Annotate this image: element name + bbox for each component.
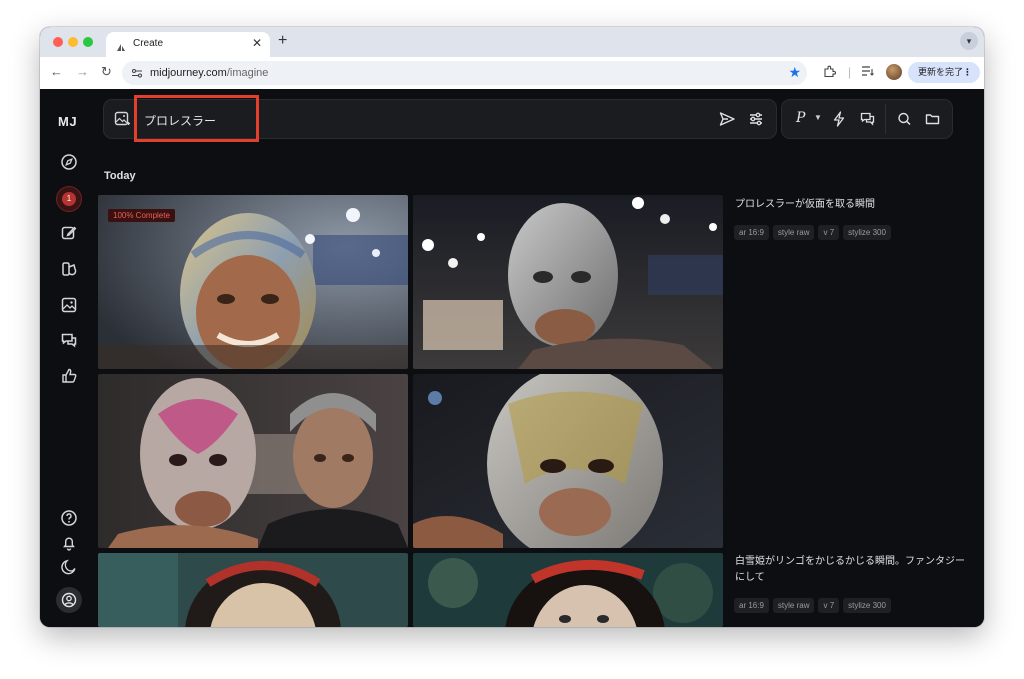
generated-image-wrestler-2[interactable]: [413, 195, 723, 369]
snow-white-image: [413, 553, 723, 627]
send-arrow-icon[interactable]: [718, 110, 736, 133]
url-host: midjourney.com: [150, 67, 227, 79]
tab-title: Create: [133, 38, 164, 49]
update-chrome-button[interactable]: 更新を完了 ⋮: [908, 62, 980, 83]
job-params-2: ar 16:9 style raw v 7 stylize 300: [734, 595, 895, 613]
explore-compass-icon[interactable]: [59, 152, 79, 172]
midjourney-favicon-icon: [116, 39, 126, 57]
job-params-1: ar 16:9 style raw v 7 stylize 300: [734, 222, 895, 240]
reload-icon[interactable]: ↻: [101, 65, 112, 79]
settings-sliders-icon[interactable]: [747, 110, 765, 133]
progress-badge: 100% Complete: [108, 209, 175, 222]
midjourney-logo[interactable]: MJ: [58, 114, 77, 129]
close-window-button[interactable]: [53, 37, 63, 47]
new-tab-button[interactable]: +: [278, 32, 287, 50]
notification-count: 1: [62, 192, 76, 206]
wrestler-gold-trim-mask-image: [413, 374, 723, 548]
help-question-icon[interactable]: [59, 508, 79, 528]
generated-image-wrestler-3[interactable]: [98, 374, 408, 548]
organize-images-icon[interactable]: [59, 295, 79, 315]
browser-toolbar: ← → ↻ midjourney.com/imagine ★ | 更新を完了 ⋮: [40, 57, 984, 90]
user-circle-icon: [61, 592, 77, 608]
snow-white-image: [98, 553, 408, 627]
notification-badge[interactable]: 1: [56, 186, 82, 212]
chrome-profile-avatar[interactable]: [886, 64, 902, 80]
update-label: 更新を完了: [918, 67, 964, 77]
param-chip[interactable]: v 7: [818, 598, 840, 613]
generated-image-snow-white-2[interactable]: [413, 553, 723, 627]
prompt-highlight-annotation: [134, 95, 259, 142]
tab-strip: Create ✕ + ▾: [40, 27, 984, 57]
forward-arrow-icon[interactable]: →: [76, 65, 89, 79]
reading-list-icon[interactable]: [861, 65, 875, 80]
search-icon[interactable]: [896, 110, 913, 133]
personalize-mode-button[interactable]: P: [796, 110, 805, 126]
chat-rooms-icon[interactable]: [59, 330, 79, 350]
generated-image-wrestler-1[interactable]: 100% Complete: [98, 195, 408, 369]
wrestler-pink-mask-image: [98, 374, 408, 548]
midjourney-app: MJ 1 プロレスラー P ▼ Today 100% Complete プロレス…: [40, 89, 984, 627]
bookmark-star-icon[interactable]: ★: [788, 64, 801, 80]
generated-image-snow-white-1[interactable]: [98, 553, 408, 627]
create-edit-icon[interactable]: [59, 223, 79, 243]
chat-mode-icon[interactable]: [859, 110, 877, 133]
tab-create[interactable]: Create ✕: [106, 32, 270, 57]
add-image-icon[interactable]: [113, 110, 131, 133]
generated-image-wrestler-4[interactable]: [413, 374, 723, 548]
param-chip[interactable]: stylize 300: [843, 598, 891, 613]
folder-icon[interactable]: [924, 110, 941, 133]
edit-layers-icon[interactable]: [59, 259, 79, 279]
job-prompt-1[interactable]: プロレスラーが仮面を取る瞬間: [735, 197, 965, 213]
chrome-menu-icon[interactable]: ⋮: [963, 62, 972, 83]
job-prompt-2[interactable]: 白雪姫がリンゴをかじるかじる瞬間。ファンタジーにして: [735, 554, 965, 586]
tab-search-chevron-icon[interactable]: ▾: [960, 32, 978, 50]
prompt-bar[interactable]: プロレスラー: [103, 95, 777, 142]
notifications-bell-icon[interactable]: [59, 533, 79, 553]
param-chip[interactable]: stylize 300: [843, 225, 891, 240]
param-chip[interactable]: ar 16:9: [734, 225, 769, 240]
address-bar[interactable]: midjourney.com/imagine ★: [122, 61, 807, 85]
mode-chevron-down-icon[interactable]: ▼: [814, 113, 822, 122]
param-chip[interactable]: v 7: [818, 225, 840, 240]
speed-bolt-icon[interactable]: [831, 110, 847, 133]
toolbar-divider: |: [848, 65, 852, 79]
url-text: midjourney.com/imagine: [150, 67, 268, 79]
rank-thumbs-up-icon[interactable]: [59, 366, 79, 386]
section-title-today: Today: [104, 170, 136, 182]
mode-toolbar: P ▼: [781, 99, 953, 139]
extensions-puzzle-icon[interactable]: [823, 65, 836, 81]
profile-avatar-button[interactable]: [56, 587, 82, 613]
sidebar: MJ 1: [40, 89, 98, 627]
wrestler-silver-mask-image: [413, 195, 723, 369]
param-chip[interactable]: ar 16:9: [734, 598, 769, 613]
back-arrow-icon[interactable]: ←: [50, 65, 63, 79]
browser-window: Create ✕ + ▾ ← → ↻ midjourney.com/imagin…: [40, 27, 984, 627]
param-chip[interactable]: style raw: [772, 225, 815, 240]
url-path: /imagine: [226, 67, 269, 79]
minimize-window-button[interactable]: [68, 37, 78, 47]
dark-mode-moon-icon[interactable]: [59, 557, 79, 577]
close-tab-icon[interactable]: ✕: [252, 36, 262, 50]
param-chip[interactable]: style raw: [772, 598, 815, 613]
zoom-window-button[interactable]: [83, 37, 93, 47]
site-info-icon[interactable]: [131, 66, 143, 84]
toolbar-divider: [885, 104, 886, 134]
